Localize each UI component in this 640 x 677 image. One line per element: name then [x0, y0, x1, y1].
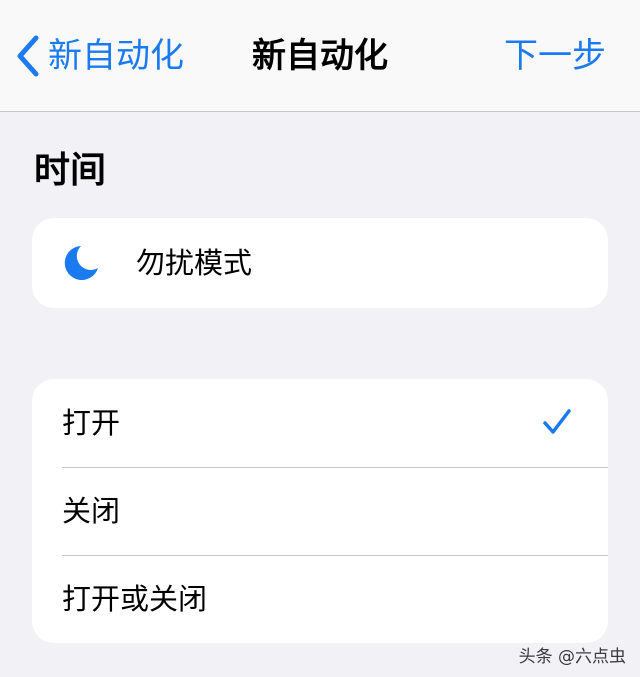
option-turn-on-or-off[interactable]: 打开或关闭 — [32, 555, 608, 643]
chevron-left-icon — [17, 35, 39, 77]
option-label: 打开 — [62, 406, 121, 440]
option-turn-on[interactable]: 打开 — [32, 379, 608, 467]
option-label: 关闭 — [62, 494, 121, 528]
trigger-label: 勿扰模式 — [136, 246, 253, 280]
option-turn-off[interactable]: 关闭 — [32, 467, 608, 555]
option-label: 打开或关闭 — [62, 582, 208, 616]
section-title: 时间 — [34, 150, 107, 191]
trigger-row-do-not-disturb[interactable]: 勿扰模式 — [32, 218, 608, 308]
moon-icon — [64, 246, 98, 280]
back-button-label: 新自动化 — [48, 36, 184, 76]
back-button[interactable]: 新自动化 — [16, 30, 184, 82]
options-list: 打开 关闭 打开或关闭 — [32, 379, 608, 643]
next-button[interactable]: 下一步 — [504, 30, 606, 82]
navigation-bar: 新自动化 新自动化 下一步 — [0, 0, 640, 112]
trigger-card: 勿扰模式 — [32, 218, 608, 308]
watermark: 头条 @六点虫 — [518, 647, 626, 667]
checkmark-icon — [543, 409, 571, 434]
